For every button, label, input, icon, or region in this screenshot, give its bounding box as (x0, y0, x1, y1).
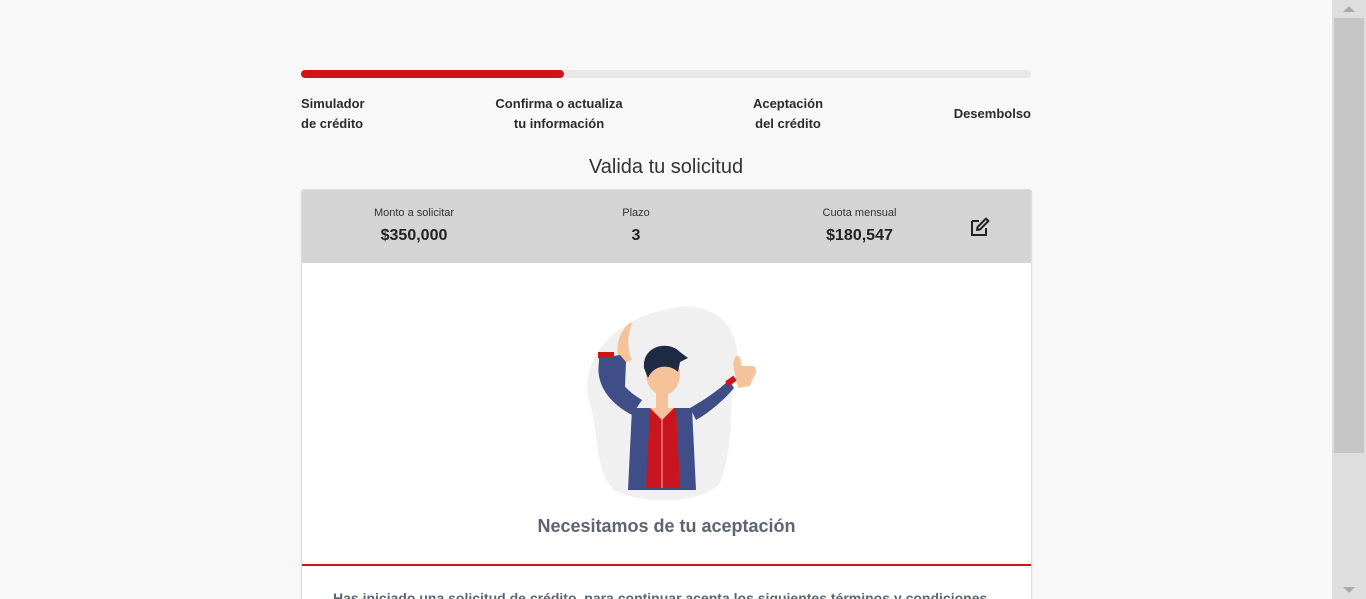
acceptance-title: Necesitamos de tu aceptación (537, 516, 796, 536)
term-label: Plazo (622, 207, 650, 219)
pencil-square-icon[interactable] (968, 215, 992, 239)
scroll-down-arrow-icon[interactable] (1343, 587, 1355, 593)
amount-label: Monto a solicitar (373, 207, 455, 219)
application-card: Monto a solicitar $350,000 Plazo 3 Cuota… (301, 189, 1032, 599)
celebrating-person-illustration (587, 306, 757, 500)
step-label-line: Desembolso (953, 106, 1031, 121)
step-confirma: Confirma o actualiza tu información (476, 94, 642, 134)
scroll-up-arrow-icon[interactable] (1343, 6, 1355, 12)
progress-bar (301, 70, 1031, 78)
terms-text: Has iniciado una solicitud de crédito, p… (333, 590, 988, 599)
page-viewport: Simulador de crédito Confirma o actualiz… (0, 0, 1332, 599)
step-simulador: Simulador de crédito (301, 94, 365, 134)
step-label-line: del crédito (755, 116, 821, 131)
section-divider (302, 564, 1031, 566)
step-label-line: Confirma o actualiza (495, 96, 623, 111)
amount-value: $350,000 (380, 227, 448, 244)
term-value: 3 (631, 227, 641, 244)
step-label-line: de crédito (301, 116, 364, 131)
credit-summary: Monto a solicitar $350,000 Plazo 3 Cuota… (302, 190, 1031, 263)
installment-value: $180,547 (826, 227, 893, 244)
step-aceptacion: Aceptación del crédito (733, 94, 843, 134)
step-label-line: tu información (513, 116, 605, 131)
scrollbar-thumb[interactable] (1334, 18, 1364, 453)
page-title: Valida tu solicitud (588, 156, 744, 178)
step-desembolso: Desembolso (954, 104, 1031, 124)
term-summary: Plazo 3 (596, 206, 676, 245)
vertical-scrollbar[interactable] (1332, 0, 1366, 599)
edit-button[interactable] (968, 215, 992, 239)
step-label-line: Simulador (301, 96, 365, 111)
progress-bar-fill (301, 70, 564, 78)
installment-summary: Cuota mensual $180,547 (802, 206, 917, 245)
installment-label: Cuota mensual (822, 207, 897, 219)
step-indicator: Simulador de crédito Confirma o actualiz… (301, 94, 1031, 134)
amount-summary: Monto a solicitar $350,000 (354, 206, 474, 245)
step-label-line: Aceptación (752, 96, 824, 111)
